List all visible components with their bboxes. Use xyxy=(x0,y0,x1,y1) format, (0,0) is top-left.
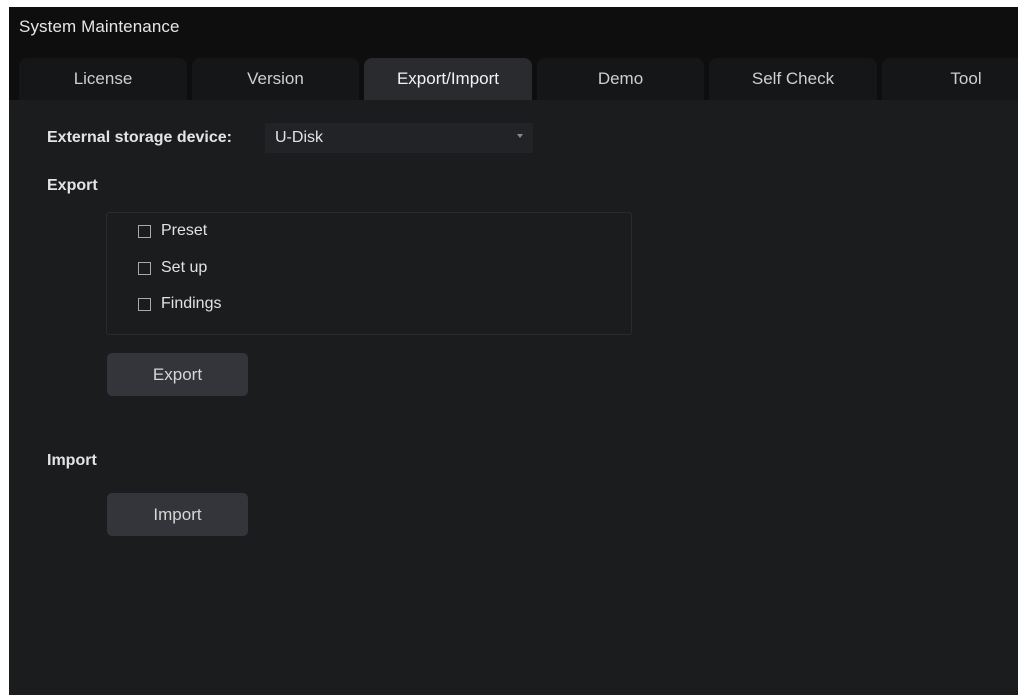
tab-version[interactable]: Version xyxy=(192,58,359,100)
tab-label: Export/Import xyxy=(396,69,500,88)
tab-tool[interactable]: Tool xyxy=(882,58,1018,100)
tab-label: License xyxy=(73,69,133,88)
export-button[interactable]: Export xyxy=(107,353,248,396)
import-button[interactable]: Import xyxy=(107,493,248,536)
dropdown-arrow-icon xyxy=(517,134,523,138)
tab-bar: License Version Export/Import Demo Self … xyxy=(9,52,1018,100)
tab-export-import[interactable]: Export/Import xyxy=(364,58,532,100)
tab-label: Self Check xyxy=(751,69,835,88)
checkbox-preset[interactable]: Preset xyxy=(138,222,207,240)
export-heading: Export xyxy=(47,177,98,194)
tab-label: Version xyxy=(247,69,304,88)
storage-device-select[interactable]: U-Disk xyxy=(265,123,533,153)
checkbox-label: Set up xyxy=(161,259,208,276)
system-maintenance-window: System Maintenance License Version Expor… xyxy=(9,7,1018,695)
export-import-panel: External storage device: U-Disk Export P… xyxy=(9,100,1018,695)
checkbox-icon[interactable] xyxy=(138,224,151,238)
checkbox-label: Findings xyxy=(161,295,222,312)
checkbox-set-up[interactable]: Set up xyxy=(138,259,207,277)
checkbox-findings[interactable]: Findings xyxy=(138,295,221,313)
tab-label: Tool xyxy=(950,69,982,88)
checkbox-icon[interactable] xyxy=(138,297,151,311)
storage-device-value: U-Disk xyxy=(275,129,323,146)
checkbox-label: Preset xyxy=(161,222,208,239)
import-button-label: Import xyxy=(153,504,202,524)
tab-self-check[interactable]: Self Check xyxy=(709,58,877,100)
import-heading: Import xyxy=(47,452,97,469)
title-bar: System Maintenance xyxy=(9,7,1018,52)
tab-label: Demo xyxy=(597,69,644,88)
export-button-label: Export xyxy=(152,364,203,384)
window-title: System Maintenance xyxy=(19,17,180,36)
checkbox-icon[interactable] xyxy=(138,261,151,275)
tab-license[interactable]: License xyxy=(19,58,187,100)
tab-demo[interactable]: Demo xyxy=(537,58,704,100)
export-options-group: Preset Set up Findings xyxy=(106,212,632,335)
storage-device-label: External storage device: xyxy=(47,129,232,146)
